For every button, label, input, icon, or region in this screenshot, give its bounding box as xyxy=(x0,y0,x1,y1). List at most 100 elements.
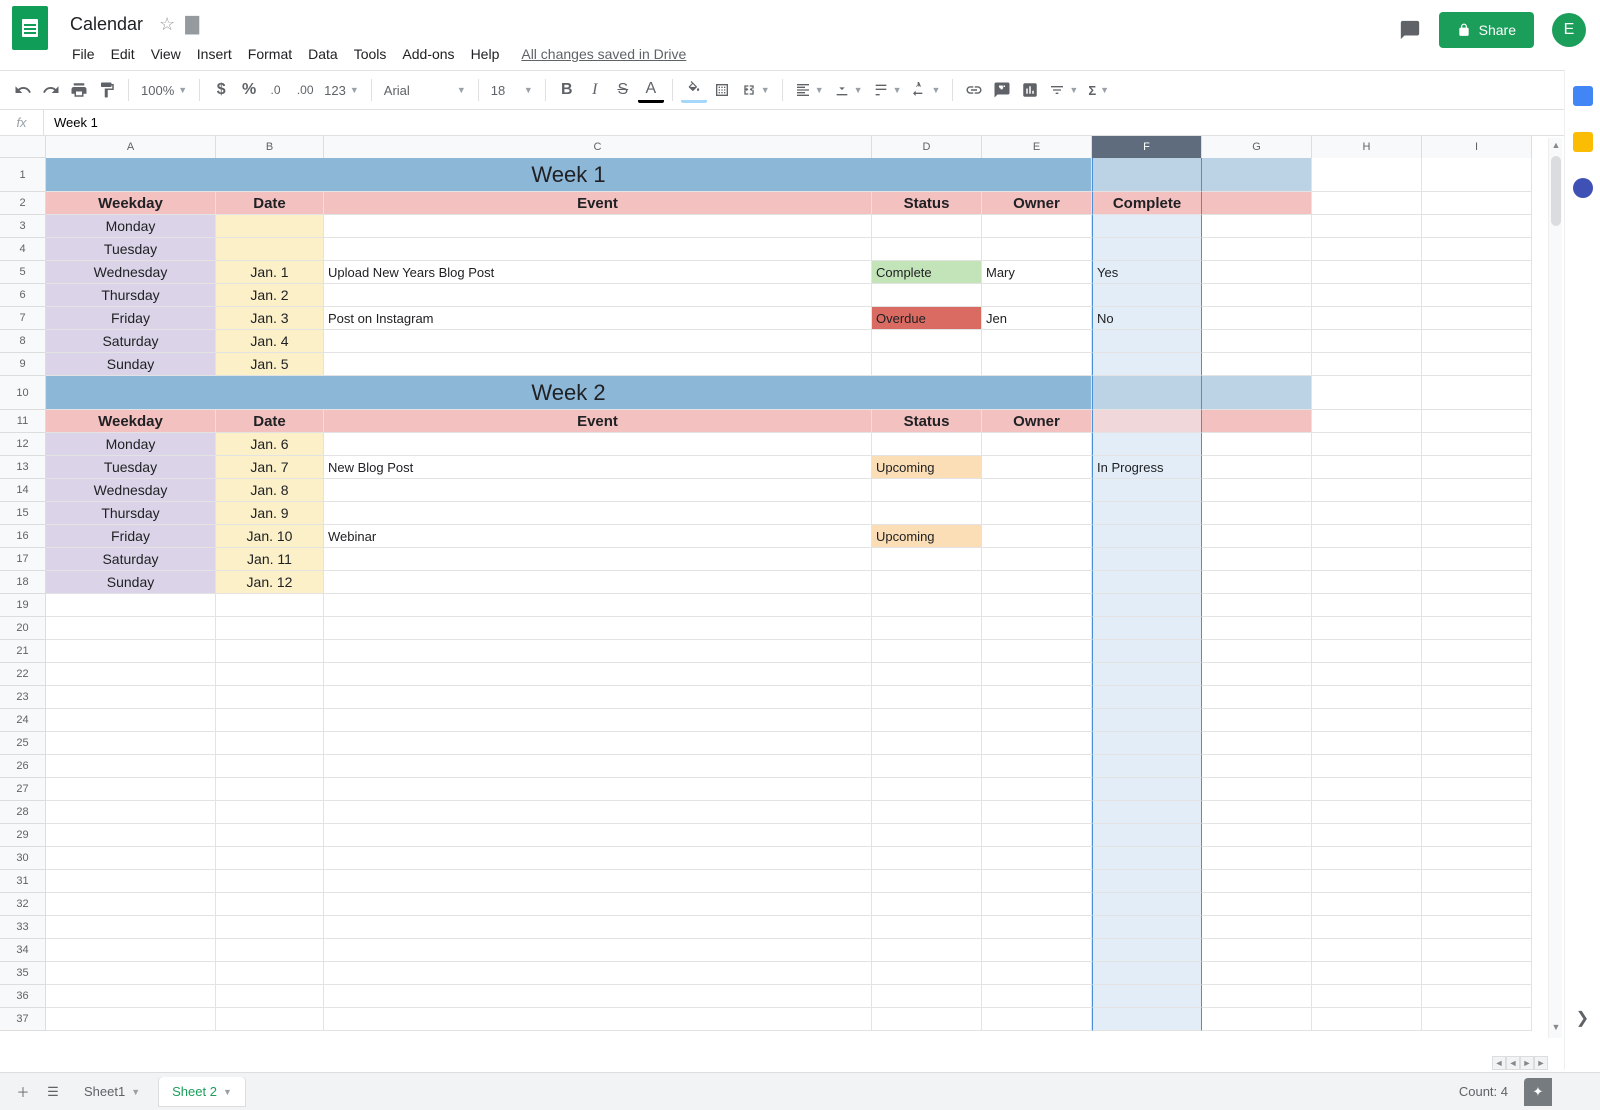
cell[interactable] xyxy=(1092,732,1202,755)
cell[interactable] xyxy=(1092,801,1202,824)
cell-status[interactable] xyxy=(872,353,982,376)
row-header-11[interactable]: 11 xyxy=(0,410,46,433)
cell[interactable] xyxy=(324,594,872,617)
cell[interactable] xyxy=(1202,755,1312,778)
menu-insert[interactable]: Insert xyxy=(189,42,240,66)
cell[interactable] xyxy=(1092,985,1202,1008)
cell-event[interactable] xyxy=(324,571,872,594)
cell-date[interactable]: Jan. 6 xyxy=(216,433,324,456)
cell[interactable] xyxy=(1312,410,1422,433)
cell-complete[interactable]: Yes xyxy=(1092,261,1202,284)
cell[interactable] xyxy=(982,893,1092,916)
cell-complete[interactable] xyxy=(1092,433,1202,456)
strikethrough-icon[interactable]: S xyxy=(610,77,636,103)
formula-input[interactable] xyxy=(44,115,1600,130)
cell[interactable] xyxy=(982,1008,1092,1031)
cell-event[interactable] xyxy=(324,353,872,376)
cell-weekday[interactable]: Saturday xyxy=(46,330,216,353)
cell[interactable] xyxy=(324,732,872,755)
cell[interactable] xyxy=(1312,939,1422,962)
row-header-20[interactable]: 20 xyxy=(0,617,46,640)
row-header-9[interactable]: 9 xyxy=(0,353,46,376)
cell[interactable] xyxy=(1312,215,1422,238)
header-weekday[interactable]: Weekday xyxy=(46,410,216,433)
row-header-18[interactable]: 18 xyxy=(0,571,46,594)
tab-sheet2[interactable]: Sheet 2▼ xyxy=(158,1077,246,1107)
functions-select[interactable]: Σ▼ xyxy=(1084,78,1113,102)
cell-status[interactable] xyxy=(872,548,982,571)
cell[interactable] xyxy=(46,755,216,778)
cell-status[interactable] xyxy=(872,284,982,307)
cell[interactable] xyxy=(1422,433,1532,456)
cell[interactable] xyxy=(982,801,1092,824)
cell-event[interactable]: Webinar xyxy=(324,525,872,548)
cell[interactable] xyxy=(216,962,324,985)
cell[interactable] xyxy=(1312,870,1422,893)
cell[interactable] xyxy=(982,985,1092,1008)
document-title[interactable]: Calendar xyxy=(64,12,149,37)
cell[interactable] xyxy=(982,732,1092,755)
cell[interactable] xyxy=(1312,686,1422,709)
cell-date[interactable] xyxy=(216,215,324,238)
cell[interactable] xyxy=(1202,617,1312,640)
cell-date[interactable]: Jan. 12 xyxy=(216,571,324,594)
cell[interactable] xyxy=(1092,1008,1202,1031)
save-status[interactable]: All changes saved in Drive xyxy=(521,46,686,62)
format-currency-icon[interactable]: $ xyxy=(208,77,234,103)
cell[interactable] xyxy=(982,617,1092,640)
cell[interactable] xyxy=(1422,617,1532,640)
cell[interactable] xyxy=(872,663,982,686)
cell[interactable] xyxy=(1312,479,1422,502)
cell[interactable] xyxy=(1312,1008,1422,1031)
cell-weekday[interactable]: Tuesday xyxy=(46,456,216,479)
header-date[interactable]: Date xyxy=(216,192,324,215)
format-percent-icon[interactable]: % xyxy=(236,77,262,103)
cell[interactable] xyxy=(1422,215,1532,238)
cell[interactable] xyxy=(216,847,324,870)
cell-owner[interactable] xyxy=(982,502,1092,525)
cell[interactable] xyxy=(1422,893,1532,916)
cell-complete[interactable] xyxy=(1092,571,1202,594)
cell[interactable] xyxy=(1422,158,1532,192)
cell-complete[interactable] xyxy=(1092,284,1202,307)
cell[interactable] xyxy=(1422,686,1532,709)
row-header-15[interactable]: 15 xyxy=(0,502,46,525)
cell[interactable] xyxy=(324,893,872,916)
cell[interactable] xyxy=(216,686,324,709)
cell[interactable] xyxy=(982,916,1092,939)
cell-date[interactable]: Jan. 4 xyxy=(216,330,324,353)
row-header-26[interactable]: 26 xyxy=(0,755,46,778)
header-complete[interactable]: Complete xyxy=(1092,192,1202,215)
cell[interactable] xyxy=(324,617,872,640)
cell[interactable] xyxy=(982,962,1092,985)
insert-comment-icon[interactable] xyxy=(989,77,1015,103)
cell-event[interactable] xyxy=(324,238,872,261)
cell[interactable] xyxy=(1422,1008,1532,1031)
keep-addon-icon[interactable] xyxy=(1573,132,1593,152)
cell[interactable] xyxy=(1422,284,1532,307)
col-header-F[interactable]: F xyxy=(1092,136,1202,158)
sheets-logo-icon[interactable] xyxy=(12,6,48,50)
cell[interactable] xyxy=(324,824,872,847)
week-title[interactable]: Week 2 xyxy=(46,376,1092,410)
cell[interactable] xyxy=(872,732,982,755)
decrease-decimal-icon[interactable]: .0 xyxy=(264,77,290,103)
cell[interactable] xyxy=(1422,307,1532,330)
cell[interactable] xyxy=(324,962,872,985)
cell-complete[interactable] xyxy=(1092,548,1202,571)
cell[interactable] xyxy=(1312,801,1422,824)
cell[interactable] xyxy=(46,870,216,893)
cell-weekday[interactable]: Monday xyxy=(46,433,216,456)
cell-event[interactable] xyxy=(324,284,872,307)
cell[interactable] xyxy=(1312,962,1422,985)
cell[interactable] xyxy=(872,686,982,709)
cell[interactable] xyxy=(1312,732,1422,755)
cell[interactable] xyxy=(324,939,872,962)
row-header-12[interactable]: 12 xyxy=(0,433,46,456)
select-all-cell[interactable] xyxy=(0,136,46,158)
cell-date[interactable]: Jan. 7 xyxy=(216,456,324,479)
header-date[interactable]: Date xyxy=(216,410,324,433)
menu-help[interactable]: Help xyxy=(463,42,508,66)
hide-side-panel-icon[interactable]: ❯ xyxy=(1576,1008,1589,1028)
cell[interactable] xyxy=(1202,571,1312,594)
